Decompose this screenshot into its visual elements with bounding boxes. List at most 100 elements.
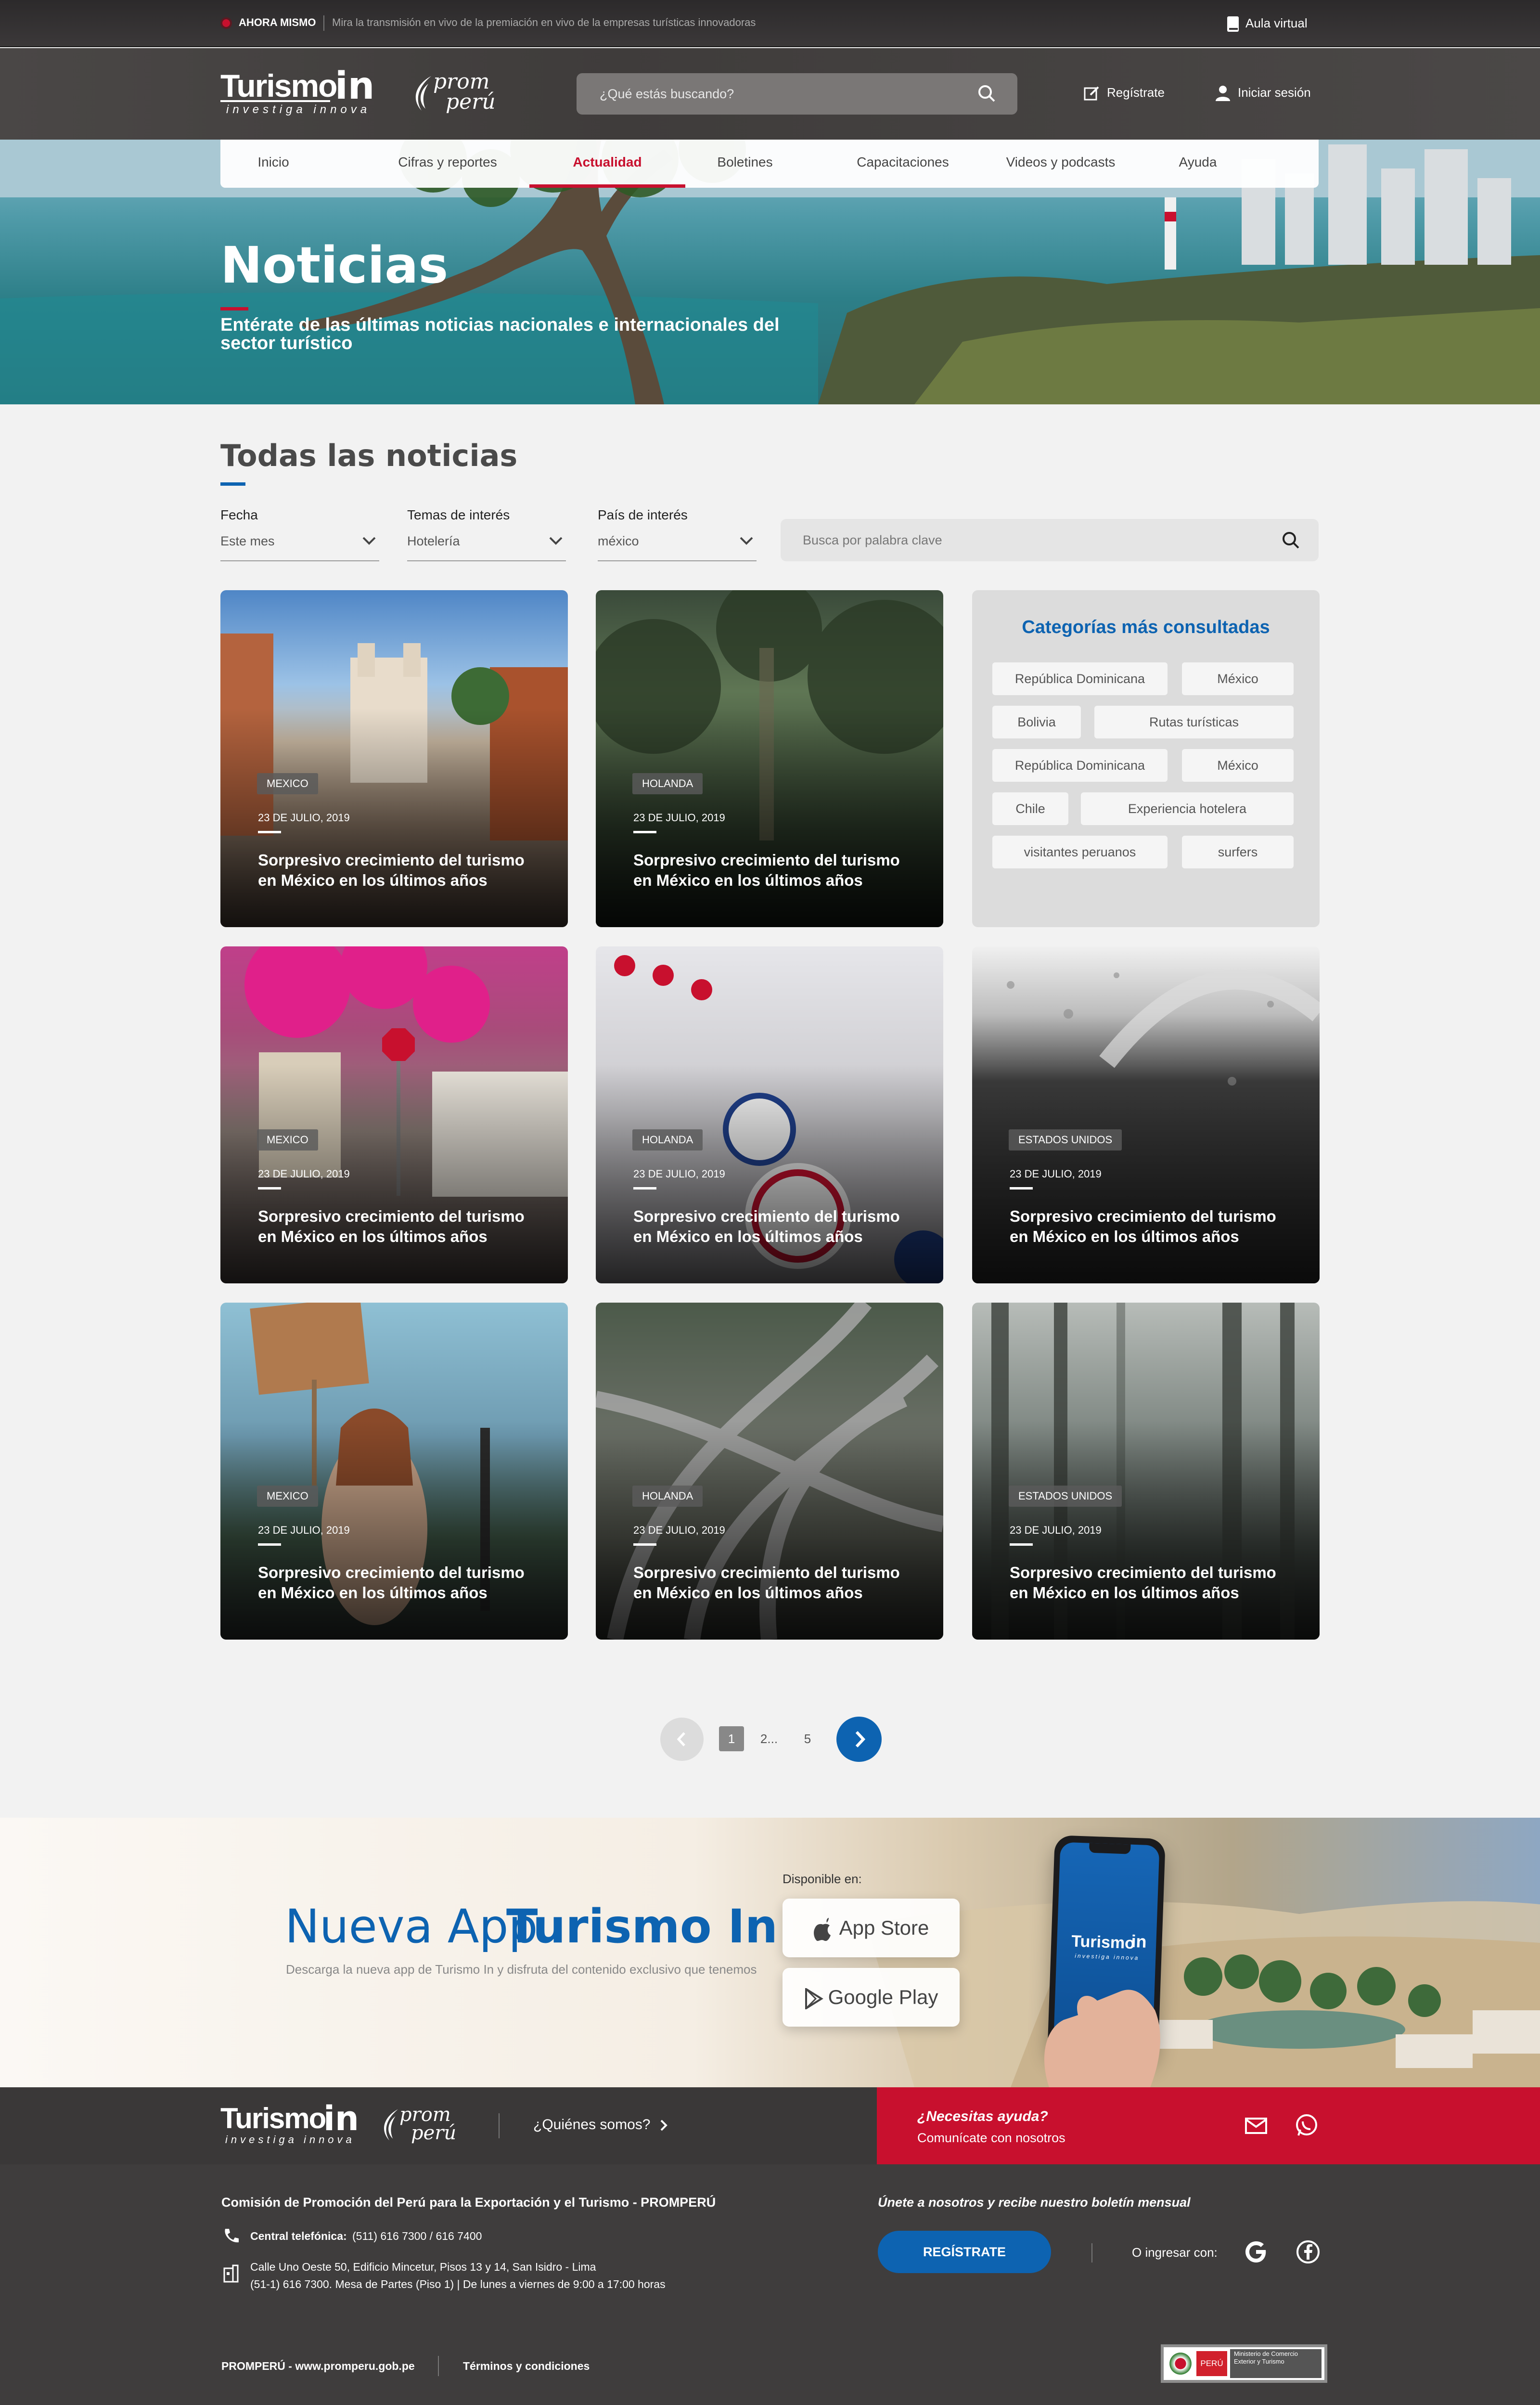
logo-tag: investiga innova [226, 103, 371, 116]
card-title: Sorpresivo crecimiento del turismo en Mé… [633, 1207, 900, 1245]
keyword-search-placeholder: Busca por palabra clave [803, 533, 942, 547]
card-date: 23 DE JULIO, 2019 [1010, 1524, 1102, 1536]
news-card[interactable]: ESTADOS UNIDOS 23 DE JULIO, 2019 Sorpres… [972, 1303, 1320, 1640]
or-login-label: O ingresar con: [1132, 2245, 1218, 2260]
news-card[interactable]: HOLANDA 23 DE JULIO, 2019 Sorpresivo cre… [596, 1303, 943, 1640]
filter-date-label: Fecha [220, 507, 258, 522]
nav-inicio[interactable]: Inicio [249, 140, 297, 188]
aula-virtual-link[interactable]: Aula virtual [1226, 13, 1308, 34]
next-page-button[interactable] [836, 1717, 882, 1762]
nav-cifras[interactable]: Cifras y reportes [395, 140, 500, 188]
available-label: Disponible en: [783, 1872, 862, 1886]
category-pill[interactable]: República Dominicana [992, 662, 1168, 695]
category-pill[interactable]: México [1182, 749, 1294, 782]
mail-icon[interactable] [1245, 2117, 1268, 2134]
login-label: Iniciar sesión [1238, 85, 1311, 100]
news-card[interactable]: MEXICO 23 DE JULIO, 2019 Sorpresivo crec… [220, 590, 568, 927]
promperu-swirl-icon [384, 2109, 398, 2141]
app-store-button[interactable]: App Store [783, 1899, 960, 1957]
page-1[interactable]: 1 [719, 1726, 744, 1751]
footer-logo-tag: investiga innova [225, 2133, 355, 2146]
chevron-right-icon [660, 2120, 667, 2131]
category-pill[interactable]: México [1182, 662, 1294, 695]
category-pill[interactable]: Bolivia [992, 706, 1081, 738]
phone-number: (511) 616 7300 / 616 7400 [352, 2230, 482, 2242]
app-title-a: Nueva App [285, 1900, 538, 1953]
building-icon [223, 2264, 239, 2283]
header-search[interactable]: ¿Qué estás buscando? [577, 73, 1017, 115]
category-pill[interactable]: Experiencia hotelera [1081, 792, 1294, 825]
divider [1091, 2243, 1092, 2263]
help-banner: ¿Necesitas ayuda? Comunícate con nosotro… [877, 2087, 1540, 2164]
phone-notch [1089, 1843, 1131, 1854]
promperu-bottom: perú [446, 90, 496, 114]
footer-logo-main: Turismo [220, 2102, 326, 2134]
card-date: 23 DE JULIO, 2019 [1010, 1168, 1102, 1180]
news-card[interactable]: MEXICO 23 DE JULIO, 2019 Sorpresivo crec… [220, 946, 568, 1283]
phone-logo-tag: investiga innova [1075, 1952, 1140, 1962]
card-date: 23 DE JULIO, 2019 [633, 1168, 725, 1180]
aula-virtual-label: Aula virtual [1245, 16, 1308, 30]
category-pill[interactable]: Rutas turísticas [1094, 706, 1294, 738]
book-icon [1227, 16, 1239, 32]
header-search-placeholder: ¿Qué estás buscando? [600, 87, 734, 101]
card-title: Sorpresivo crecimiento del turismo en Mé… [633, 1564, 900, 1602]
turismo-in-logo[interactable]: Turismo in investiga innova [220, 65, 374, 120]
newsletter-label: Únete a nosotros y recibe nuestro boletí… [878, 2195, 1191, 2210]
category-pill[interactable]: visitantes peruanos [992, 836, 1168, 868]
category-pill[interactable]: Chile [992, 792, 1068, 825]
chevron-down-icon [549, 537, 563, 545]
site-link[interactable]: PROMPERÚ - www.promperu.gob.pe [221, 2360, 415, 2373]
card-tag: MEXICO [257, 1129, 318, 1151]
facebook-icon[interactable] [1295, 2238, 1322, 2265]
promperu-logo[interactable]: prom perú [407, 69, 503, 117]
play-store-icon [805, 1987, 823, 2010]
category-pill[interactable]: República Dominicana [992, 749, 1168, 782]
filter-date-select[interactable]: Este mes [220, 528, 379, 561]
category-pill[interactable]: surfers [1182, 836, 1294, 868]
nav-capacitaciones[interactable]: Capacitaciones [845, 140, 961, 188]
footer-turismo-in-logo[interactable]: Turismo in investiga innova [220, 2099, 359, 2150]
top-bar: AHORA MISMO Mira la transmisión en vivo … [0, 0, 1540, 47]
filter-country-label: País de interés [598, 507, 688, 522]
google-play-button[interactable]: Google Play [783, 1968, 960, 2027]
footer-promperu-logo[interactable]: prom perú [376, 2104, 463, 2147]
ministry-country: PERÚ [1196, 2351, 1227, 2376]
keyword-search-input[interactable]: Busca por palabra clave [781, 519, 1319, 561]
search-icon[interactable] [1281, 530, 1300, 550]
terms-link[interactable]: Términos y condiciones [463, 2360, 590, 2373]
app-description: Descarga la nueva app de Turismo In y di… [286, 1962, 757, 1977]
phone-logo: Turismo [1071, 1932, 1135, 1953]
nav-videos[interactable]: Videos y podcasts [998, 140, 1123, 188]
news-card[interactable]: HOLANDA 23 DE JULIO, 2019 Sorpresivo cre… [596, 590, 943, 927]
about-label: ¿Quiénes somos? [533, 2117, 651, 2133]
card-title: Sorpresivo crecimiento del turismo en Mé… [258, 1207, 525, 1245]
register-link[interactable]: Regístrate [1084, 82, 1165, 103]
footer-promperu-bottom: perú [411, 2122, 457, 2144]
login-link[interactable]: Iniciar sesión [1215, 82, 1311, 103]
about-link[interactable]: ¿Quiénes somos? [533, 2114, 669, 2135]
chevron-down-icon [740, 537, 753, 545]
nav-ayuda[interactable]: Ayuda [1167, 140, 1229, 188]
phone-icon [225, 2229, 239, 2243]
card-title: Sorpresivo crecimiento del turismo en Mé… [258, 851, 525, 889]
live-link[interactable]: Mira la transmisión en vivo de la premia… [332, 16, 756, 29]
filter-country-select[interactable]: méxico [598, 528, 757, 561]
ministry-logo: PERÚ Ministerio de Comercio Exterior y T… [1161, 2344, 1327, 2383]
filter-topic-select[interactable]: Hotelería [407, 528, 566, 561]
news-card[interactable]: ESTADOS UNIDOS 23 DE JULIO, 2019 Sorpres… [972, 946, 1320, 1283]
google-icon[interactable] [1243, 2238, 1270, 2265]
whatsapp-icon[interactable] [1295, 2113, 1319, 2137]
nav-boletines[interactable]: Boletines [702, 140, 788, 188]
search-icon[interactable] [977, 84, 996, 103]
page-5[interactable]: 5 [799, 1726, 816, 1751]
filter-topic-value: Hotelería [407, 534, 460, 548]
page-2[interactable]: 2... [756, 1726, 783, 1751]
register-button[interactable]: REGÍSTRATE [878, 2231, 1051, 2273]
news-card[interactable]: HOLANDA 23 DE JULIO, 2019 Sorpresivo cre… [596, 946, 943, 1283]
footer-bar: Turismo in investiga innova prom perú ¿Q… [0, 2087, 877, 2164]
nav-actualidad[interactable]: Actualidad [529, 140, 685, 188]
help-subtitle: Comunícate con nosotros [917, 2131, 1065, 2145]
prev-page-button[interactable] [660, 1718, 704, 1761]
news-card[interactable]: MEXICO 23 DE JULIO, 2019 Sorpresivo crec… [220, 1303, 568, 1640]
